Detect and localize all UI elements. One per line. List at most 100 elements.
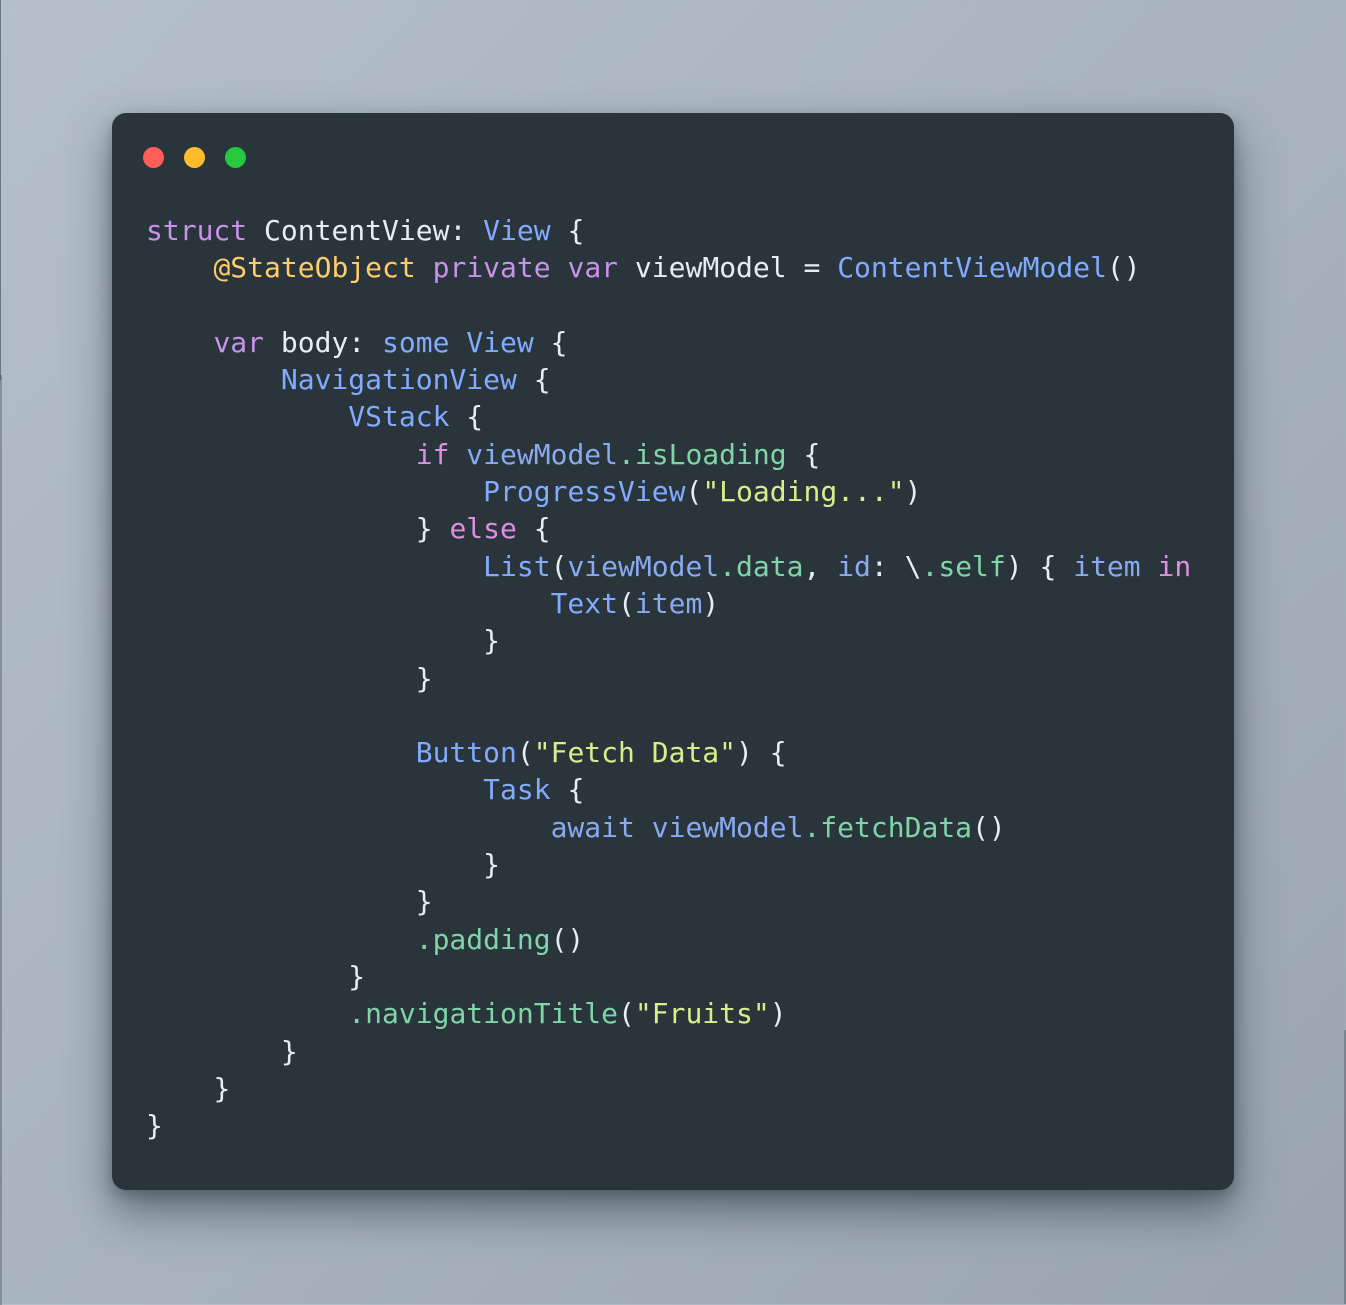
code-token: ( [685,475,703,509]
code-line: NavigationView { [146,361,1224,398]
code-token: { [533,325,568,359]
minimize-button[interactable] [184,146,205,168]
code-line: ProgressView("Loading...") [146,473,1224,510]
code-token: () [1106,251,1141,285]
code-token: } [213,1071,231,1105]
maximize-button[interactable] [225,146,246,168]
code-line: struct ContentView: View { [146,212,1224,249]
code-token: View [483,214,551,247]
code-line: } [146,846,1224,883]
code-token: viewModel [567,549,720,583]
code-token: List [483,549,551,583]
code-token: ) { [736,736,787,770]
code-token: ) { [1005,549,1074,583]
code-line: } [146,622,1224,659]
code-line: } [146,660,1224,697]
code-token: { [516,512,551,546]
code-line: if viewModel.isLoading { [146,436,1224,473]
code-token: ( [618,997,635,1031]
close-button[interactable] [143,146,164,168]
code-token: var [213,325,265,359]
code-token: ( [516,736,534,770]
code-token: viewModel = [618,251,838,285]
code-line: Text(item) [146,585,1224,622]
code-token: ) [769,997,787,1031]
code-line: Button("Fetch Data") { [146,734,1224,771]
code-token: "Fruits" [634,997,770,1031]
code-token: .padding [415,922,551,956]
page-root: struct ContentView: View { @StateObject … [0,0,1346,1305]
code-token: ProgressView [483,475,686,509]
code-token: .fetchData [803,810,973,844]
code-token: .navigationTitle [348,997,619,1031]
code-token: Text [550,586,619,620]
code-token: ( [550,549,568,583]
code-token: : [449,214,484,247]
code-line: var body: some View { [146,324,1224,361]
code-line: } [146,1033,1224,1070]
capture-edge-artifact-left-top [0,0,1,380]
code-line: } [146,883,1224,920]
code-token: \ [904,549,922,583]
code-token: ContentView [264,214,450,247]
code-token: { [449,400,484,434]
code-token: var [567,251,619,285]
code-token: } [415,512,450,546]
code-token: { [550,773,585,807]
code-token: ) [702,586,720,620]
code-token: { [550,214,585,247]
code-line: List(viewModel.data, id: \.self) { item … [146,548,1224,585]
code-line: Task { [146,771,1224,808]
code-token: @StateObject [213,251,416,285]
code-line: } [146,958,1224,995]
code-token: Button [415,736,517,770]
code-token: id [837,549,871,583]
code-token: VStack [348,400,450,434]
code-token: if [415,437,450,471]
code-token: in [1157,549,1192,583]
code-window-card: struct ContentView: View { @StateObject … [112,113,1234,1190]
code-token: struct [146,214,248,247]
code-token: , [803,549,838,583]
code-token: } [483,624,501,658]
code-token: } [280,1034,298,1068]
code-token: some [382,325,450,359]
code-line: } else { [146,510,1224,547]
code-token: viewModel [651,810,804,844]
code-token: ( [618,586,635,620]
code-token: "Loading..." [702,475,905,509]
code-line: @StateObject private var viewModel = Con… [146,249,1224,286]
code-token: } [348,959,366,993]
code-token: ContentViewModel [837,251,1107,285]
code-token: } [483,848,501,882]
code-token: "Fetch Data" [533,736,737,770]
code-token: await [550,810,635,844]
code-block[interactable]: struct ContentView: View { @StateObject … [146,212,1224,1190]
code-token: item [634,586,703,620]
code-token: () [550,922,585,956]
code-line: } [146,1070,1224,1107]
code-token: viewModel [466,437,619,471]
code-token: { [786,437,821,471]
